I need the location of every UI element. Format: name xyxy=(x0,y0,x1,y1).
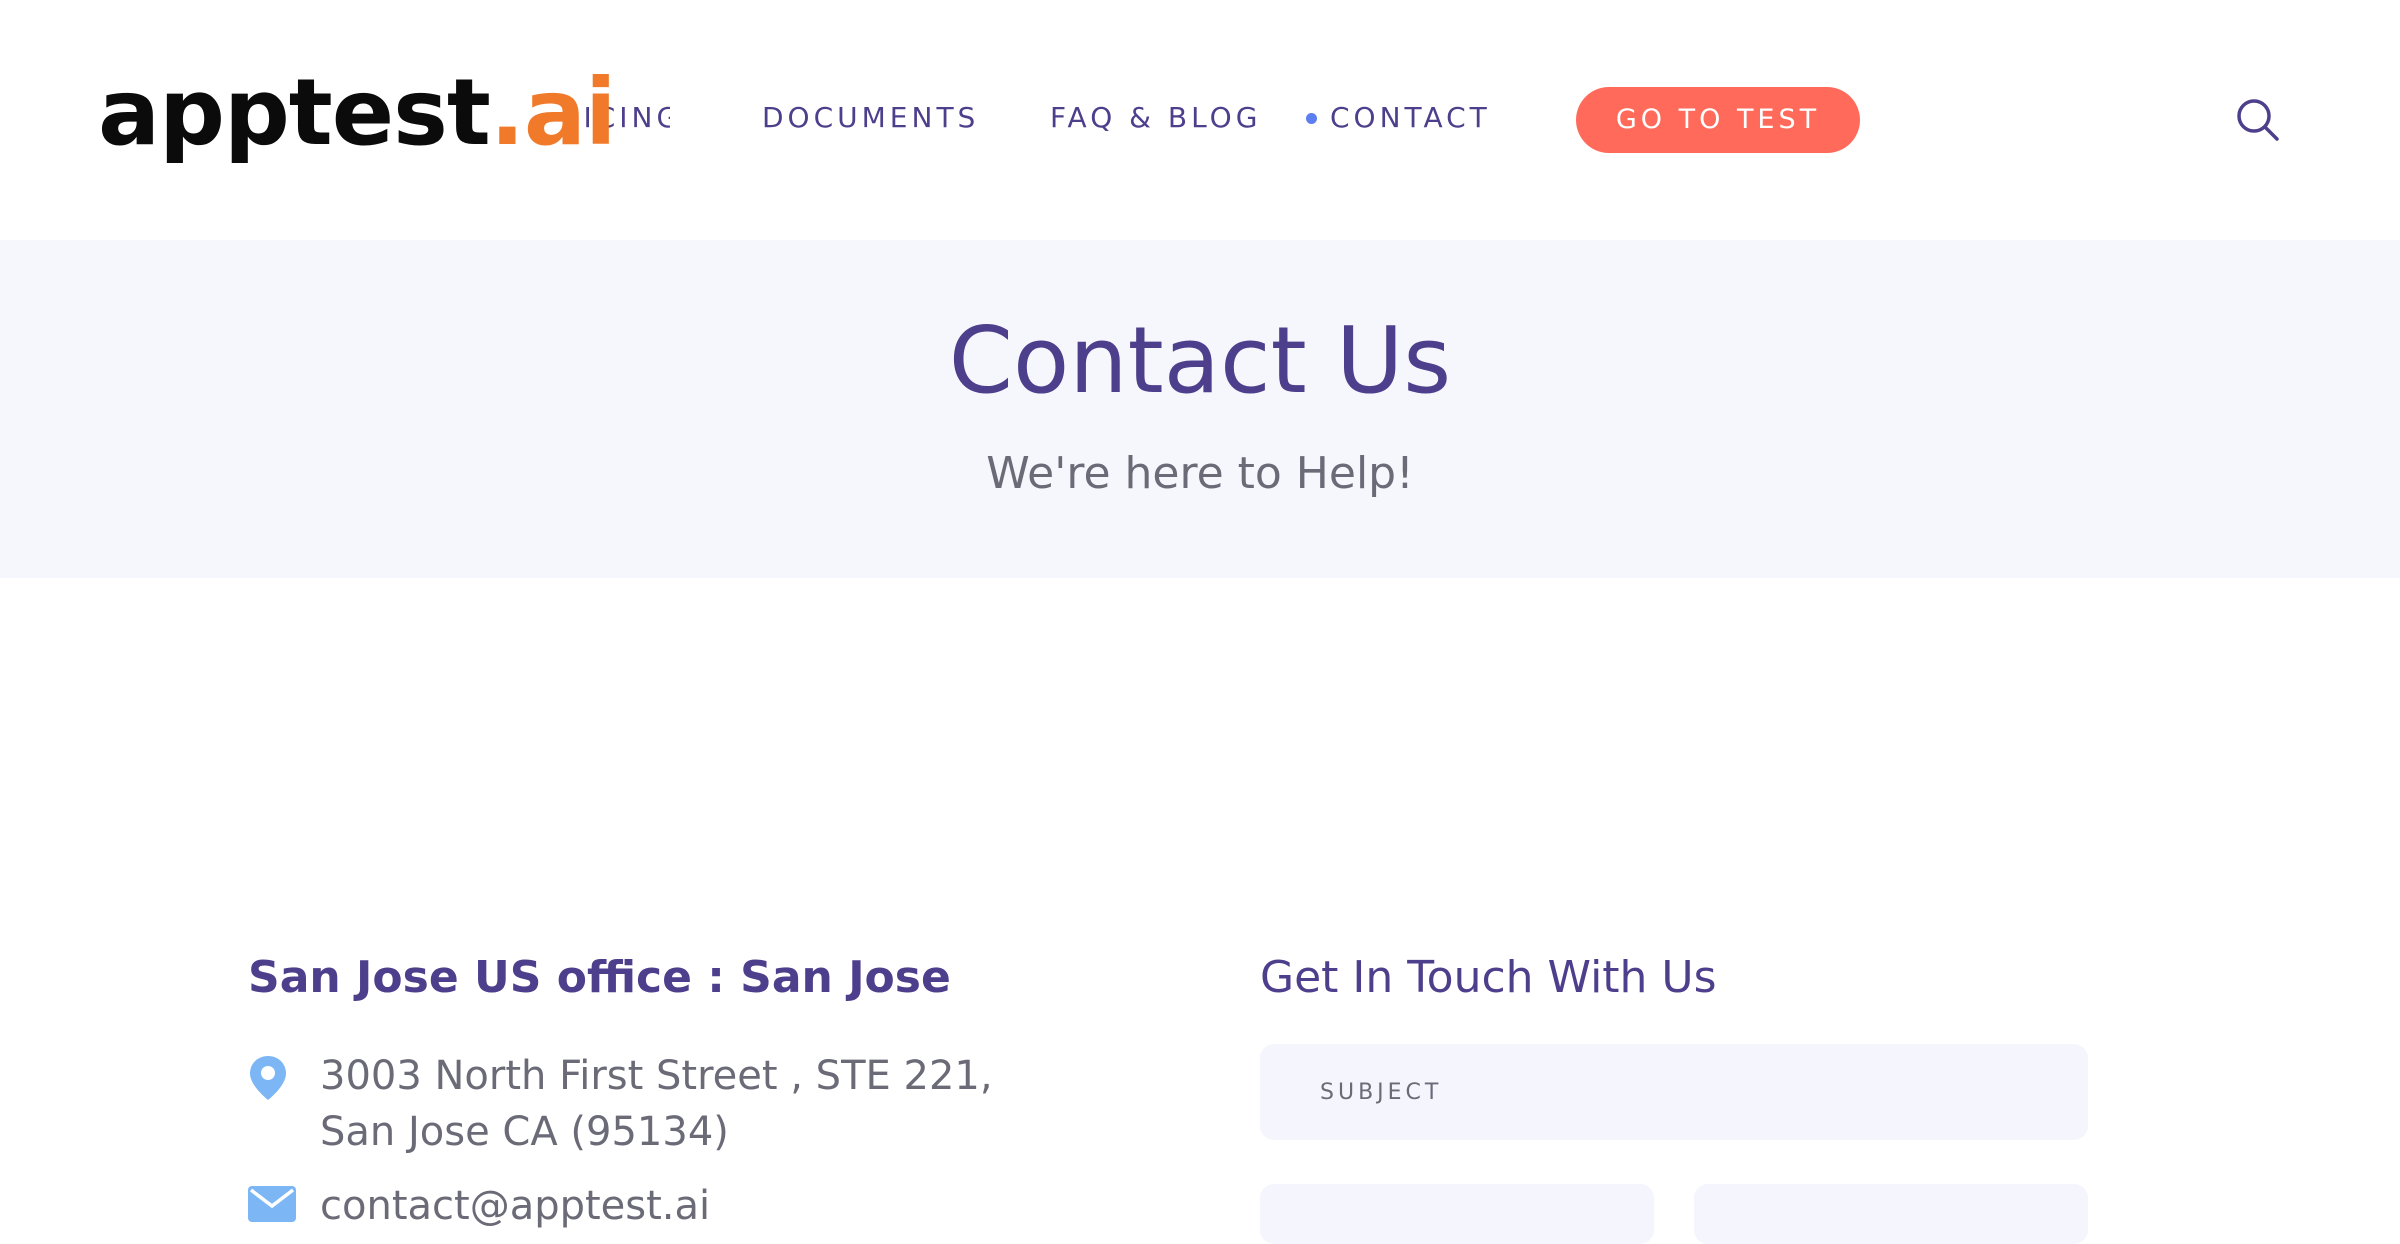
map-pin-icon xyxy=(250,1056,286,1100)
logo-wordmark: apptest xyxy=(98,59,491,166)
envelope-icon xyxy=(248,1186,296,1222)
address-text: 3003 North First Street , STE 221, San J… xyxy=(320,1053,993,1155)
page-title: Contact Us xyxy=(948,307,1452,414)
subject-input[interactable] xyxy=(1260,1044,2088,1140)
nav-item-contact-label: CONTACT xyxy=(1330,101,1491,134)
office-heading: San Jose US office : San Jose xyxy=(248,952,951,1003)
search-button[interactable] xyxy=(2234,96,2282,144)
name-input[interactable] xyxy=(1260,1184,1654,1244)
site-header: apptest.ai RICING DOCUMENTS FAQ & BLOG C… xyxy=(0,0,2400,240)
logo[interactable]: apptest.ai xyxy=(98,58,617,168)
nav-item-documents[interactable]: DOCUMENTS xyxy=(762,98,979,138)
email-input[interactable] xyxy=(1694,1184,2088,1244)
active-indicator-dot xyxy=(1306,113,1317,124)
search-icon xyxy=(2237,99,2279,141)
go-to-test-button[interactable]: GO TO TEST xyxy=(1576,87,1860,153)
page-hero: Contact Us We're here to Help! xyxy=(0,240,2400,578)
logo-accent: .ai xyxy=(489,59,617,166)
nav-item-faq-blog[interactable]: FAQ & BLOG xyxy=(1050,98,1261,138)
nav-item-contact[interactable]: CONTACT xyxy=(1306,98,1491,138)
office-email[interactable]: contact@apptest.ai xyxy=(248,1178,1048,1234)
page-subtitle: We're here to Help! xyxy=(986,448,1414,499)
office-address: 3003 North First Street , STE 221, San J… xyxy=(248,1048,1048,1168)
email-link[interactable]: contact@apptest.ai xyxy=(320,1178,1020,1234)
form-heading: Get In Touch With Us xyxy=(1260,952,1717,1003)
